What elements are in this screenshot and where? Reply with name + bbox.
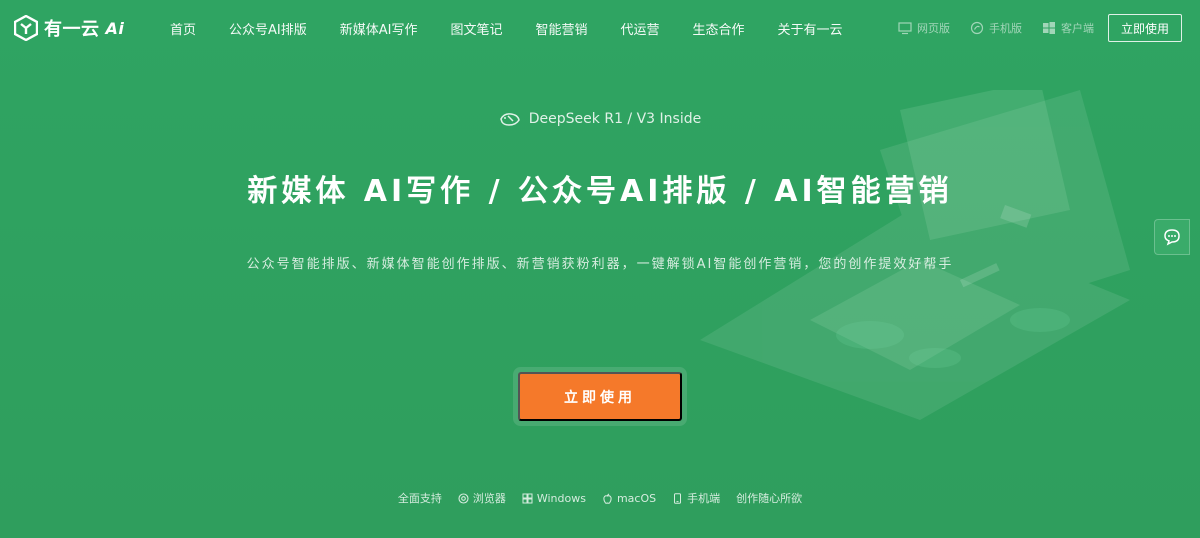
nav-item-ai-writing[interactable]: 新媒体AI写作 (340, 19, 418, 38)
nav-item-ecosystem[interactable]: 生态合作 (693, 19, 745, 38)
platform-links: 网页版 手机版 客户端 (898, 0, 1094, 56)
chat-icon (1164, 229, 1180, 246)
nav-item-notes[interactable]: 图文笔记 (450, 19, 502, 38)
platform-windows-label: Windows (536, 491, 586, 505)
platform-browser-label: 浏览器 (472, 492, 506, 505)
apple-icon (603, 493, 612, 504)
tagline-text: 创作随心所欲 (736, 492, 803, 505)
model-badge: DeepSeek R1 / V3 Inside (0, 108, 1200, 130)
support-label-text: 全面支持 (397, 492, 442, 505)
support-label: 全面支持 (398, 490, 442, 506)
tagline: 创作随心所欲 (736, 490, 802, 506)
brand-name: 有一云 (44, 19, 100, 40)
logo-icon (14, 15, 38, 41)
nav-item-about[interactable]: 关于有一云 (778, 19, 843, 38)
nav-item-smart-marketing[interactable]: 智能营销 (536, 19, 588, 38)
platform-windows: Windows (522, 492, 586, 505)
platform-macos-label: macOS (616, 491, 657, 505)
monitor-icon (898, 22, 912, 35)
hero-headline: 新媒体 AI写作 / 公众号AI排版 / AI智能营销 (247, 174, 953, 209)
brand-logo[interactable]: 有一云 Ai (14, 14, 124, 42)
brand-logo-mark: Ai (105, 18, 125, 38)
platform-browser: 浏览器 (458, 490, 506, 506)
client-download-link[interactable]: 客户端 (1042, 20, 1094, 36)
web-version-label: 网页版 (917, 22, 950, 35)
customer-service-button[interactable] (1154, 219, 1190, 255)
nav-item-operations[interactable]: 代运营 (621, 19, 660, 38)
mobile-version-link[interactable]: 手机版 (970, 20, 1022, 36)
nav-item-wechat-ai-layout[interactable]: 公众号AI排版 (229, 19, 307, 38)
top-navbar: 有一云 Ai 首页 公众号AI排版 新媒体AI写作 图文笔记 智能营销 代运营 … (0, 0, 1200, 56)
platform-mobile-label: 手机端 (687, 492, 721, 505)
use-now-header-button[interactable]: 立即使用 (1108, 14, 1182, 42)
browser-icon (458, 492, 469, 504)
mobile-icon (970, 21, 984, 35)
client-label: 客户端 (1061, 22, 1094, 35)
hero-subline: 公众号智能排版、新媒体智能创作排版、新营销获粉利器，一键解锁AI智能创作营销，您… (246, 257, 954, 272)
mobile-version-label: 手机版 (989, 22, 1022, 35)
main-nav: 首页 公众号AI排版 新媒体AI写作 图文笔记 智能营销 代运营 生态合作 关于… (170, 0, 843, 56)
use-now-hero-button[interactable]: 立即使用 (518, 372, 682, 421)
windows-small-icon (522, 493, 533, 503)
badge-text: DeepSeek R1 / V3 Inside (528, 111, 702, 127)
nav-item-home[interactable]: 首页 (170, 19, 196, 38)
platform-support-row: 全面支持 浏览器 Windows macOS 手机端 创作随心所欲 (0, 490, 1200, 506)
windows-icon (1043, 22, 1055, 34)
web-version-link[interactable]: 网页版 (898, 20, 950, 36)
deepseek-whale-icon (499, 113, 520, 126)
platform-macos: macOS (602, 492, 656, 505)
phone-icon (674, 492, 682, 504)
platform-mobile: 手机端 (672, 490, 720, 506)
